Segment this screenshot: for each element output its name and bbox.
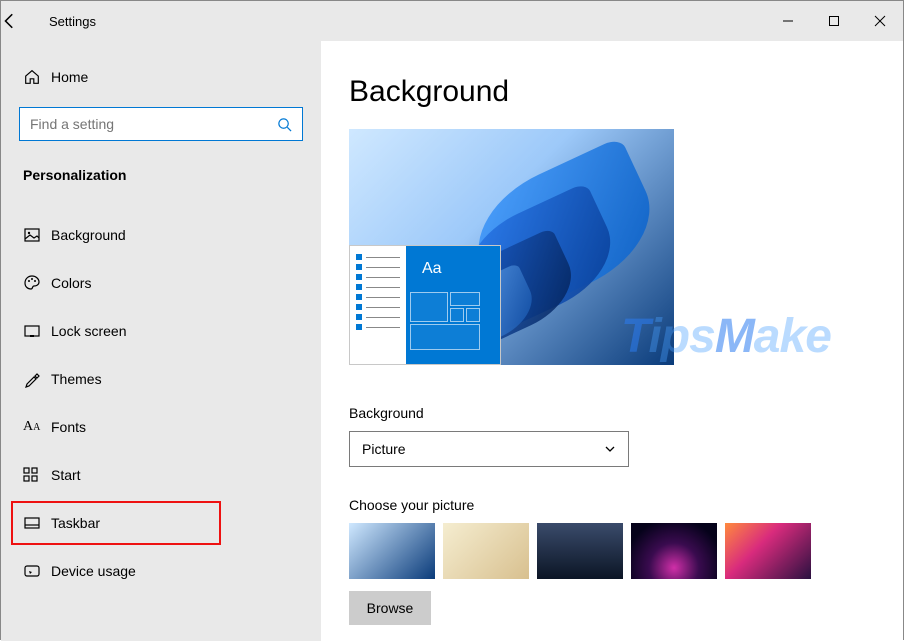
nav-label: Fonts: [51, 419, 86, 435]
chevron-down-icon: [604, 443, 616, 455]
picture-thumb[interactable]: [537, 523, 623, 579]
picture-icon: [23, 226, 51, 244]
titlebar: Settings: [1, 1, 903, 41]
picture-thumb[interactable]: [349, 523, 435, 579]
nav-label: Background: [51, 227, 126, 243]
nav-label: Lock screen: [51, 323, 126, 339]
theme-preview-overlay: Aa: [349, 245, 501, 365]
background-type-label: Background: [349, 405, 903, 421]
start-icon: [23, 467, 51, 483]
sidebar-item-background[interactable]: Background: [1, 211, 321, 259]
nav-label: Start: [51, 467, 81, 483]
background-type-select[interactable]: Picture: [349, 431, 629, 467]
lock-screen-icon: [23, 322, 51, 340]
picture-thumb[interactable]: [443, 523, 529, 579]
page-heading: Background: [349, 75, 903, 109]
home-nav[interactable]: Home: [1, 61, 321, 93]
main-content: Background Aa: [321, 41, 903, 641]
taskbar-icon: [23, 514, 51, 532]
wallpaper-preview: Aa: [349, 129, 674, 365]
home-label: Home: [51, 69, 88, 85]
close-button[interactable]: [857, 1, 903, 41]
nav-label: Taskbar: [51, 515, 100, 531]
browse-button[interactable]: Browse: [349, 591, 431, 625]
search-icon: [277, 117, 292, 132]
sidebar-item-colors[interactable]: Colors: [1, 259, 321, 307]
sidebar-item-themes[interactable]: Themes: [1, 355, 321, 403]
sidebar-item-device-usage[interactable]: Device usage: [1, 547, 321, 595]
picture-thumb[interactable]: [631, 523, 717, 579]
window-title: Settings: [49, 14, 765, 29]
palette-icon: [23, 274, 51, 292]
sidebar-item-start[interactable]: Start: [1, 451, 321, 499]
nav-label: Themes: [51, 371, 102, 387]
select-value: Picture: [362, 441, 406, 457]
themes-icon: [23, 370, 51, 388]
minimize-button[interactable]: [765, 1, 811, 41]
picture-thumb[interactable]: [725, 523, 811, 579]
window-controls: [765, 1, 903, 41]
picture-thumbnails: [349, 523, 903, 579]
back-button[interactable]: [1, 12, 49, 30]
sidebar-item-taskbar[interactable]: Taskbar: [1, 499, 321, 547]
nav-label: Colors: [51, 275, 91, 291]
sidebar-item-lockscreen[interactable]: Lock screen: [1, 307, 321, 355]
sidebar-item-fonts[interactable]: AA Fonts: [1, 403, 321, 451]
nav-label: Device usage: [51, 563, 136, 579]
aa-sample: Aa: [422, 260, 442, 278]
section-title: Personalization: [1, 167, 321, 183]
sidebar: Home Personalization Background Colors L…: [1, 41, 321, 641]
device-usage-icon: [23, 562, 51, 580]
maximize-button[interactable]: [811, 1, 857, 41]
search-input[interactable]: [19, 107, 303, 141]
search-field[interactable]: [30, 116, 277, 132]
home-icon: [23, 68, 51, 86]
choose-picture-label: Choose your picture: [349, 497, 903, 513]
fonts-icon: AA: [23, 419, 51, 435]
